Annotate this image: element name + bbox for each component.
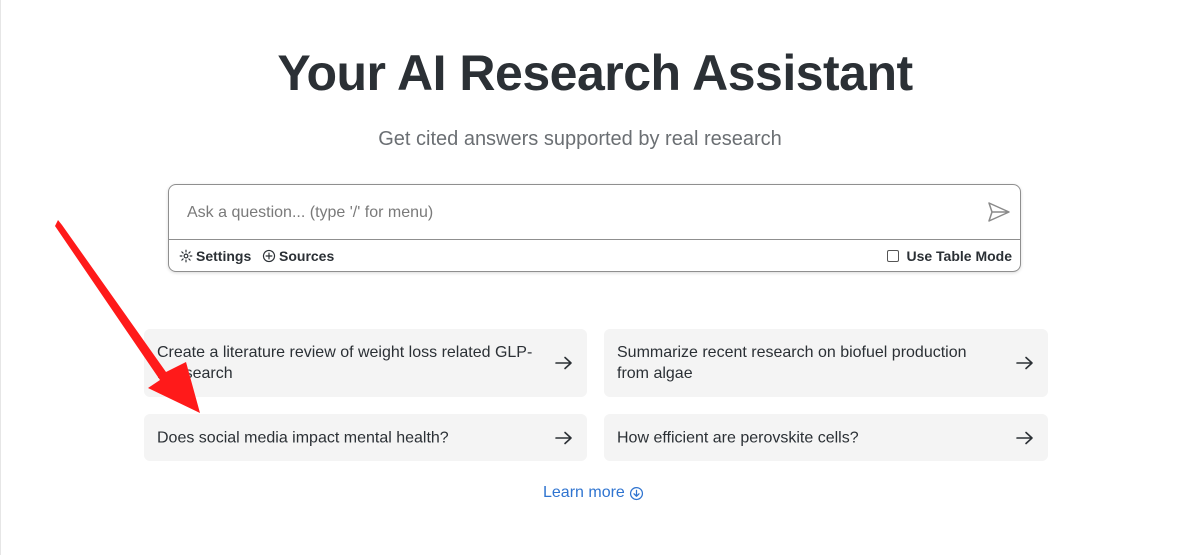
search-input-row xyxy=(169,185,1020,240)
gear-icon xyxy=(179,249,193,263)
learn-more-link[interactable]: Learn more xyxy=(543,484,644,502)
suggestion-text: Summarize recent research on biofuel pro… xyxy=(617,344,967,382)
arrow-down-circle-icon xyxy=(629,486,643,500)
suggestion-card[interactable]: Create a literature review of weight los… xyxy=(144,329,587,397)
suggestion-text: How efficient are perovskite cells? xyxy=(617,429,859,446)
send-icon[interactable] xyxy=(987,200,1011,224)
page-subtitle: Get cited answers supported by real rese… xyxy=(378,128,782,150)
question-input[interactable] xyxy=(185,199,969,227)
arrow-right-icon xyxy=(555,431,572,444)
table-mode-toggle[interactable]: Use Table Mode xyxy=(887,248,1012,264)
suggestion-card[interactable]: Summarize recent research on biofuel pro… xyxy=(604,329,1048,397)
settings-label: Settings xyxy=(196,248,252,264)
arrow-right-icon xyxy=(1016,356,1033,370)
page-title: Your AI Research Assistant xyxy=(277,45,913,101)
learn-more-label: Learn more xyxy=(543,484,625,501)
suggestion-card[interactable]: How efficient are perovskite cells? xyxy=(604,414,1048,461)
sources-button[interactable]: Sources xyxy=(262,248,334,264)
suggestion-text: Create a literature review of weight los… xyxy=(157,344,533,382)
sources-label: Sources xyxy=(279,248,335,264)
suggestion-text: Does social media impact mental health? xyxy=(157,429,449,446)
settings-button[interactable]: Settings xyxy=(179,248,251,264)
search-box: Settings Sources Use Table Mode xyxy=(168,184,1021,272)
arrow-right-icon xyxy=(1016,431,1033,444)
table-mode-label: Use Table Mode xyxy=(906,248,1012,264)
search-toolbar: Settings Sources Use Table Mode xyxy=(169,240,1020,272)
table-mode-checkbox[interactable] xyxy=(887,250,900,262)
suggestion-card[interactable]: Does social media impact mental health? xyxy=(144,414,587,461)
plus-circle-icon xyxy=(262,249,276,263)
arrow-right-icon xyxy=(555,356,572,370)
